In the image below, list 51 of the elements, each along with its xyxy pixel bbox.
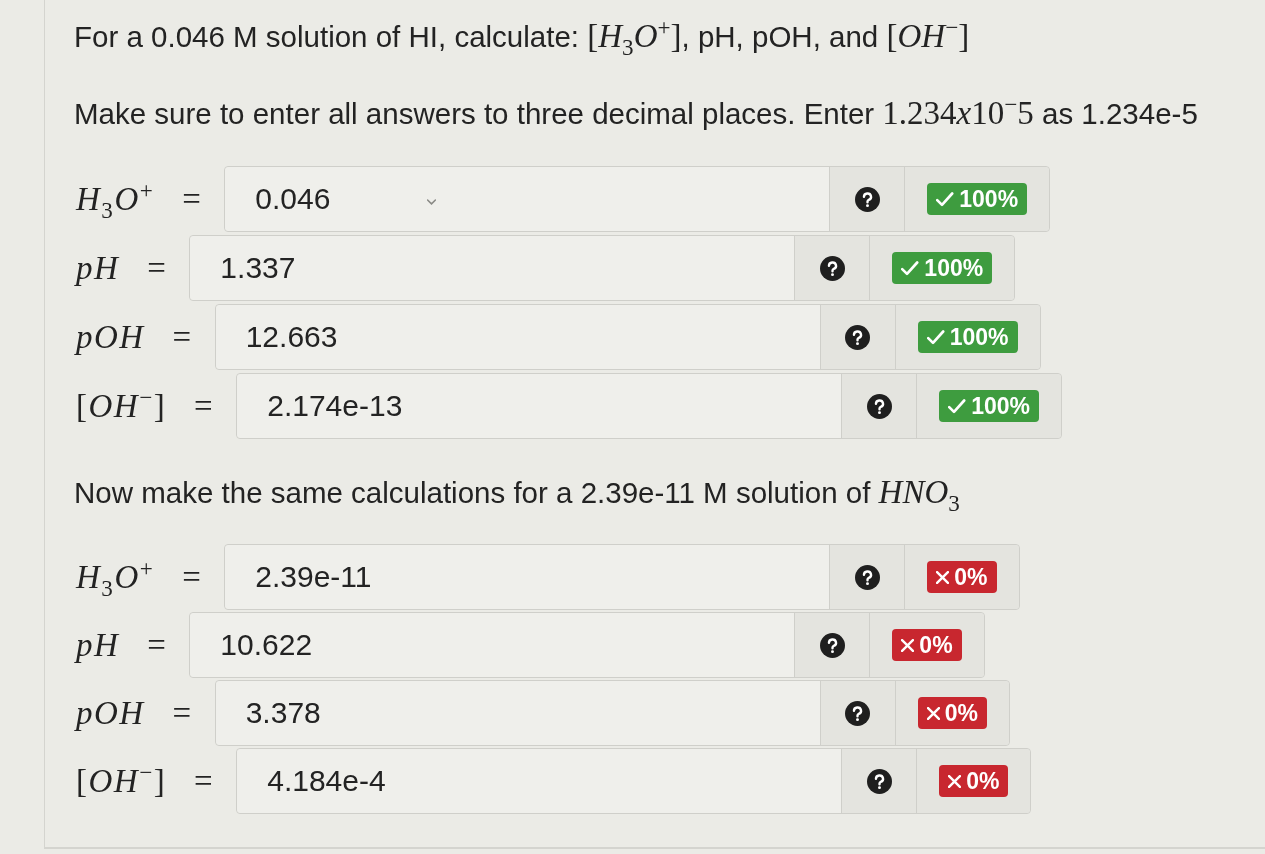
help-icon [845,700,871,726]
score-text: 0% [966,767,1000,795]
help-icon [866,393,892,419]
answer-field[interactable]: 12.663 [215,305,821,369]
answer-field[interactable]: 1.337 [190,236,796,300]
answer-field[interactable]: 0.046 [225,167,831,231]
equation-label: pOH = [74,694,193,732]
answer-field[interactable]: 3.378 [215,681,821,745]
equation-label: [OH$^{−}$] = [75,762,215,800]
check-icon [936,191,955,207]
score-text: 0% [919,631,953,659]
score-text: 100% [959,185,1019,213]
equation-label: pH = [74,626,168,664]
help-button[interactable] [820,681,896,745]
score-text: 0% [954,563,988,591]
help-button[interactable] [830,167,906,231]
equation-label: H$_{3}$O$^{+}$ = [74,558,203,596]
equation-label: pOH = [74,318,193,356]
cross-icon [948,774,962,788]
help-icon [866,768,892,794]
score-text: 100% [949,323,1009,351]
answer-field[interactable]: 2.39e-11 [225,545,831,609]
equation-label: pH = [74,249,168,287]
help-button[interactable] [795,236,871,300]
prompt-text: Make sure to enter all answers to three decimal places. Enter 1.234x10$^{−}$5 as 1.234e-5 [74,95,1199,132]
answer-field[interactable]: 10.622 [190,613,796,677]
help-icon [819,255,845,281]
equation-label: [OH$^{−}$] = [75,387,215,425]
prompt-text: For a 0.046 M solution of HI, calculate: [H$_{3}$O$^{+}$], pH, pOH, and [OH$^{−}$] [74,18,971,55]
help-button[interactable] [830,545,906,609]
help-button[interactable] [842,374,918,438]
help-button[interactable] [820,305,896,369]
answer-field[interactable]: 2.174e-13 [237,374,843,438]
answer-field[interactable]: 4.184e-4 [237,749,843,813]
equation-label: H$_{3}$O$^{+}$ = [74,180,203,218]
prompt-text: Now make the same calculations for a 2.39e-11 M solution of HNO$_{3}$ [74,474,961,511]
help-icon [854,186,880,212]
score-text: 100% [971,392,1031,420]
score-text: 0% [944,699,978,727]
cross-icon [936,570,950,584]
help-icon [819,632,845,658]
help-button[interactable] [842,749,918,813]
check-icon [948,398,967,414]
help-icon [845,324,871,350]
help-icon [854,564,880,590]
check-icon [901,260,920,276]
cross-icon [926,706,940,720]
cross-icon [901,638,915,652]
score-text: 100% [924,254,984,282]
check-icon [926,329,945,345]
help-button[interactable] [795,613,871,677]
